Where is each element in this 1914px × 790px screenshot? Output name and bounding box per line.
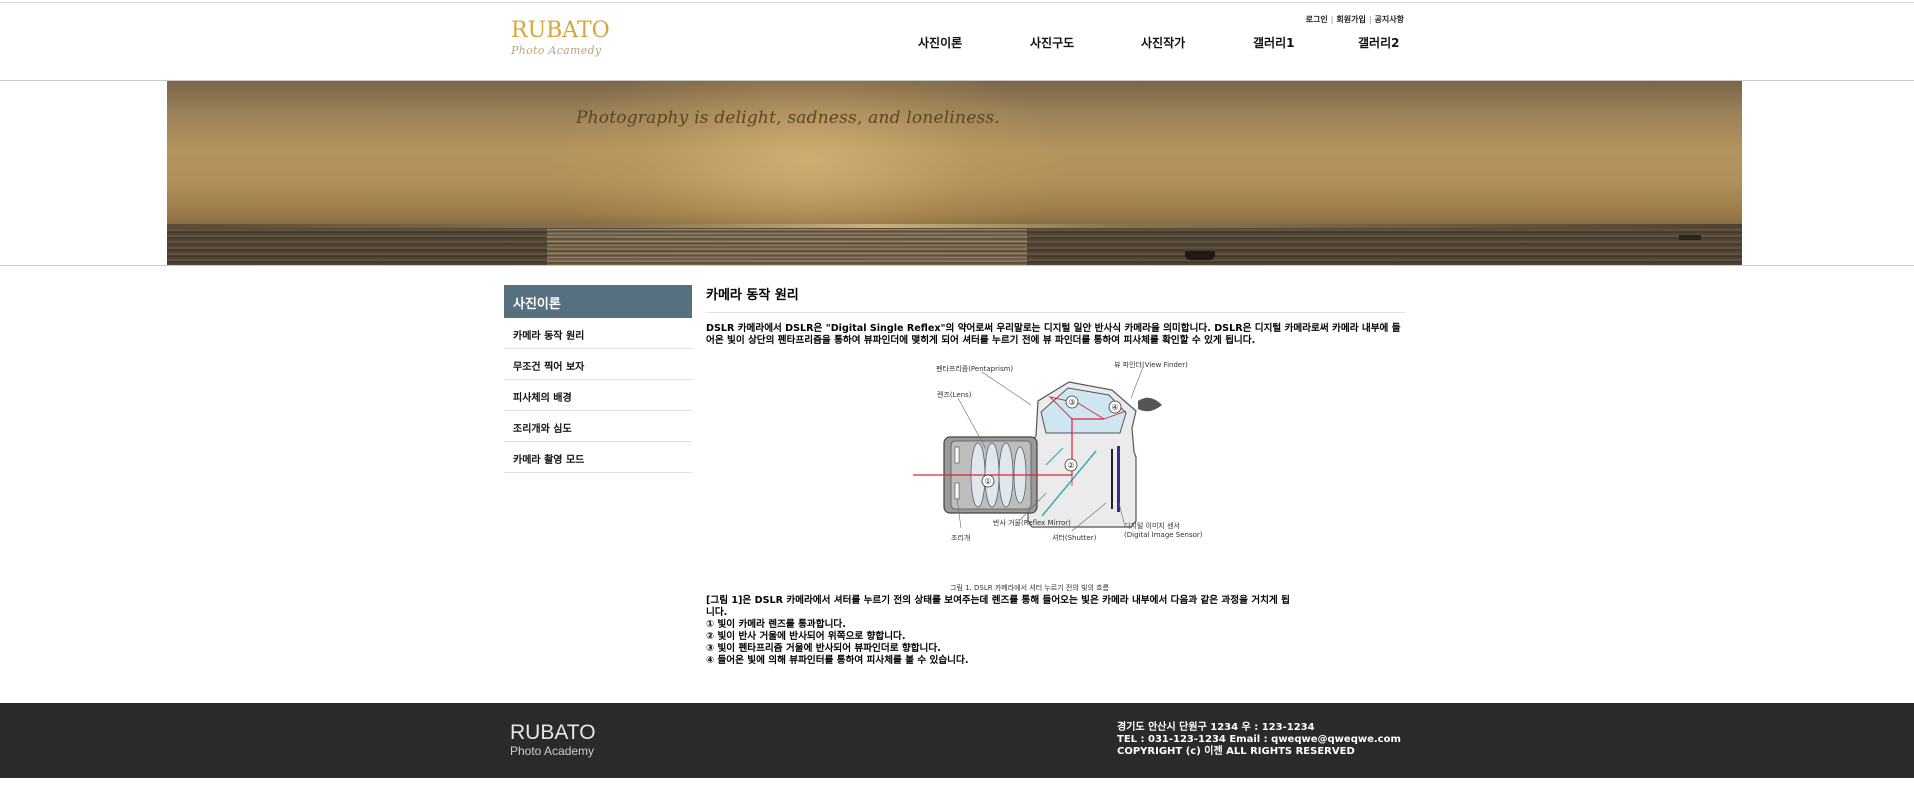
aperture-blade (954, 446, 960, 464)
figure-caption: 그림 1. DSLR 카메라에서 셔터 누르기 전의 빛의 흐름 (950, 584, 1109, 592)
image-sensor (1117, 446, 1120, 512)
label-sensor: 디지털 이미지 센서 (1124, 521, 1180, 530)
site-header: RUBATO Photo Acamedy 로그인 | 회원가입 | 공지사항 사진이론 … (0, 0, 1914, 81)
description-line: ② 빛이 반사 거울에 반사되어 위쪽으로 향합니다. (706, 631, 906, 642)
description: [그림 1]은 DSLR 카메라에서 셔터를 누르기 전의 상태를 보여주는데 … (706, 595, 1405, 667)
description-line: [그림 1]은 DSLR 카메라에서 셔터를 누르기 전의 상태를 보여주는데 … (706, 595, 1290, 606)
dslr-diagram-svg: ① ② ③ ④ 펜타프리즘(Pentaprism) 뷰 파인더(View Fin… (913, 360, 1203, 542)
step-number-4: ④ (1111, 403, 1118, 412)
nav-item-photo-composition[interactable]: 사진구도 (1030, 34, 1074, 51)
step-number-1: ① (984, 477, 991, 486)
nav-item-gallery2[interactable]: 갤러리2 (1358, 34, 1399, 51)
sidebar-title: 사진이론 (504, 285, 692, 318)
footer-info: 경기도 안산시 단원구 1234 우 : 123-1234 TEL : 031-… (1117, 722, 1401, 758)
footer-logo: RUBATO Photo Academy (510, 721, 596, 759)
footer-address: 경기도 안산시 단원구 1234 우 : 123-1234 (1117, 722, 1315, 733)
intro-paragraph: DSLR 카메라에서 DSLR은 "Digital Single Reflex"… (706, 323, 1401, 346)
sidebar-item-camera-principle[interactable]: 카메라 동작 원리 (504, 318, 692, 349)
site-footer: RUBATO Photo Academy 경기도 안산시 단원구 1234 우 … (0, 703, 1914, 778)
nav-item-photo-theory[interactable]: 사진이론 (918, 34, 962, 51)
dslr-diagram: ① ② ③ ④ 펜타프리즘(Pentaprism) 뷰 파인더(View Fin… (706, 353, 1405, 595)
footer-logo-title: RUBATO (510, 721, 596, 744)
boat (1679, 235, 1701, 240)
sidebar-item-just-shoot[interactable]: 무조건 찍어 보자 (504, 349, 692, 380)
aperture-blade (954, 482, 960, 500)
label-reflex-mirror: 반사 거울(Reflex Mirror) (993, 518, 1071, 527)
label-viewfinder: 뷰 파인더(View Finder) (1114, 360, 1188, 369)
separator: | (1330, 15, 1334, 24)
boat (1185, 251, 1215, 260)
shutter-curtain (1111, 449, 1113, 509)
water-reflection (547, 229, 1027, 266)
step-number-3: ③ (1068, 398, 1075, 407)
label-pentaprism: 펜타프리즘(Pentaprism) (936, 364, 1013, 373)
sidebar-item-subject-background[interactable]: 피사체의 배경 (504, 380, 692, 411)
label-sensor-en: (Digital Image Sensor) (1124, 531, 1203, 539)
footer-contact: TEL : 031-123-1234 Email : qweqwe@qweqwe… (1117, 734, 1401, 745)
banner-quote: Photography is delight, sadness, and lon… (576, 108, 1000, 128)
page-title: 카메라 동작 원리 (706, 288, 799, 303)
hero-banner: Photography is delight, sadness, and lon… (167, 81, 1742, 266)
login-link[interactable]: 로그인 (1306, 15, 1328, 24)
sidebar: 사진이론 카메라 동작 원리 무조건 찍어 보자 피사체의 배경 조리개와 심도… (504, 285, 692, 473)
notice-link[interactable]: 공지사항 (1375, 15, 1404, 24)
label-lens: 렌즈(Lens) (937, 390, 972, 399)
step-number-2: ② (1067, 461, 1074, 470)
title-divider (706, 312, 1405, 313)
description-line: ① 빛이 카메라 렌즈를 통과합니다. (706, 619, 846, 630)
label-aperture: 조리개 (951, 533, 970, 542)
separator: | (1368, 15, 1372, 24)
nav-item-photographers[interactable]: 사진작가 (1141, 34, 1185, 51)
nav-item-gallery1[interactable]: 갤러리1 (1253, 34, 1294, 51)
signup-link[interactable]: 회원가입 (1336, 15, 1365, 24)
footer-logo-subtitle: Photo Academy (510, 744, 595, 758)
banner-divider (0, 265, 1914, 266)
description-line: 니다. (706, 607, 728, 618)
main-nav: 사진이론 사진구도 사진작가 갤러리1 갤러리2 (0, 34, 1914, 52)
footer-copyright: COPYRIGHT (c) 이젠 ALL RIGHTS RESERVED (1117, 746, 1355, 757)
main-content: 카메라 동작 원리 DSLR 카메라에서 DSLR은 "Digital Sing… (706, 284, 1405, 667)
sidebar-item-shooting-mode[interactable]: 카메라 촬영 모드 (504, 442, 692, 473)
eye-icon (1138, 397, 1162, 412)
description-line: ③ 빛이 펜타프리즘 거울에 반사되어 뷰파인더로 향합니다. (706, 643, 941, 654)
description-line: ④ 들어온 빛에 의해 뷰파인터를 통하여 피사체를 볼 수 있습니다. (706, 655, 969, 666)
utility-links: 로그인 | 회원가입 | 공지사항 (1306, 14, 1404, 25)
label-shutter: 셔터(Shutter) (1052, 533, 1097, 542)
sidebar-item-aperture-depth[interactable]: 조리개와 심도 (504, 411, 692, 442)
